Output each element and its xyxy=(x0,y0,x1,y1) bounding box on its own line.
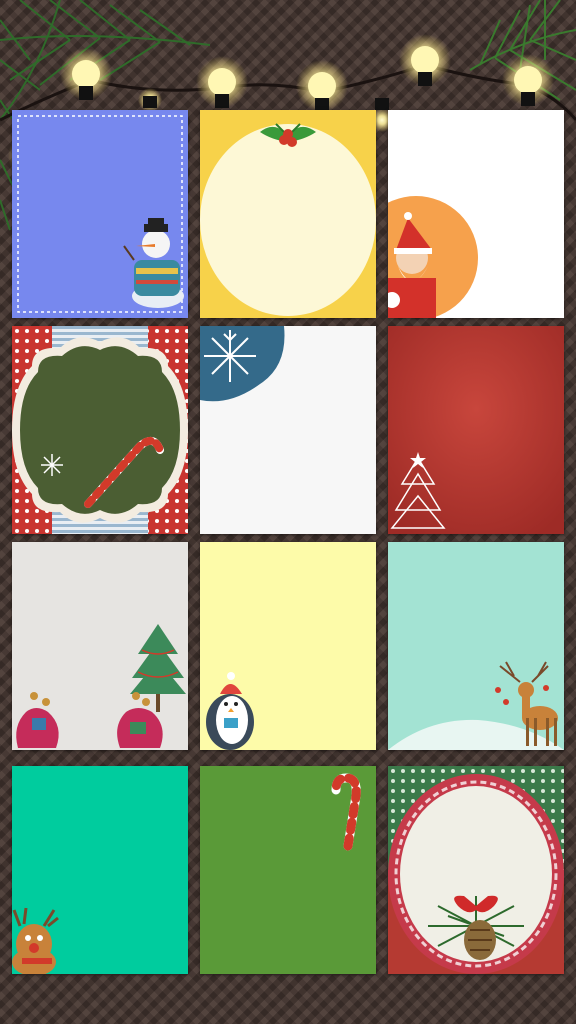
card-penguin-yellow[interactable] xyxy=(200,542,376,750)
snowflake-icon xyxy=(200,326,376,534)
holly-icon xyxy=(200,110,376,318)
card-reindeer-mint[interactable] xyxy=(388,542,564,750)
penguin-icon xyxy=(200,542,376,750)
christmas-tree-icon xyxy=(388,326,564,534)
card-holly-yellow[interactable] xyxy=(200,110,376,318)
reindeer-icon xyxy=(388,542,564,750)
template-grid xyxy=(0,0,576,1024)
snowflake-icon xyxy=(41,454,63,476)
card-santa-white[interactable] xyxy=(388,110,564,318)
pinecone-icon xyxy=(388,766,564,974)
reindeer-icon xyxy=(12,766,188,974)
card-snowflake-white[interactable] xyxy=(200,326,376,534)
card-snowman-blue[interactable] xyxy=(12,110,188,318)
snowman-icon xyxy=(12,110,188,318)
card-rudolph-teal[interactable] xyxy=(12,766,188,974)
candy-cane-icon xyxy=(200,766,376,974)
card-candy-cane-green[interactable] xyxy=(200,766,376,974)
card-candy-cane-label[interactable] xyxy=(12,326,188,534)
card-tree-red[interactable] xyxy=(388,326,564,534)
card-gift-bags-grey[interactable] xyxy=(12,542,188,750)
santa-icon xyxy=(388,110,564,318)
card-pinecone-wreath[interactable] xyxy=(388,766,564,974)
